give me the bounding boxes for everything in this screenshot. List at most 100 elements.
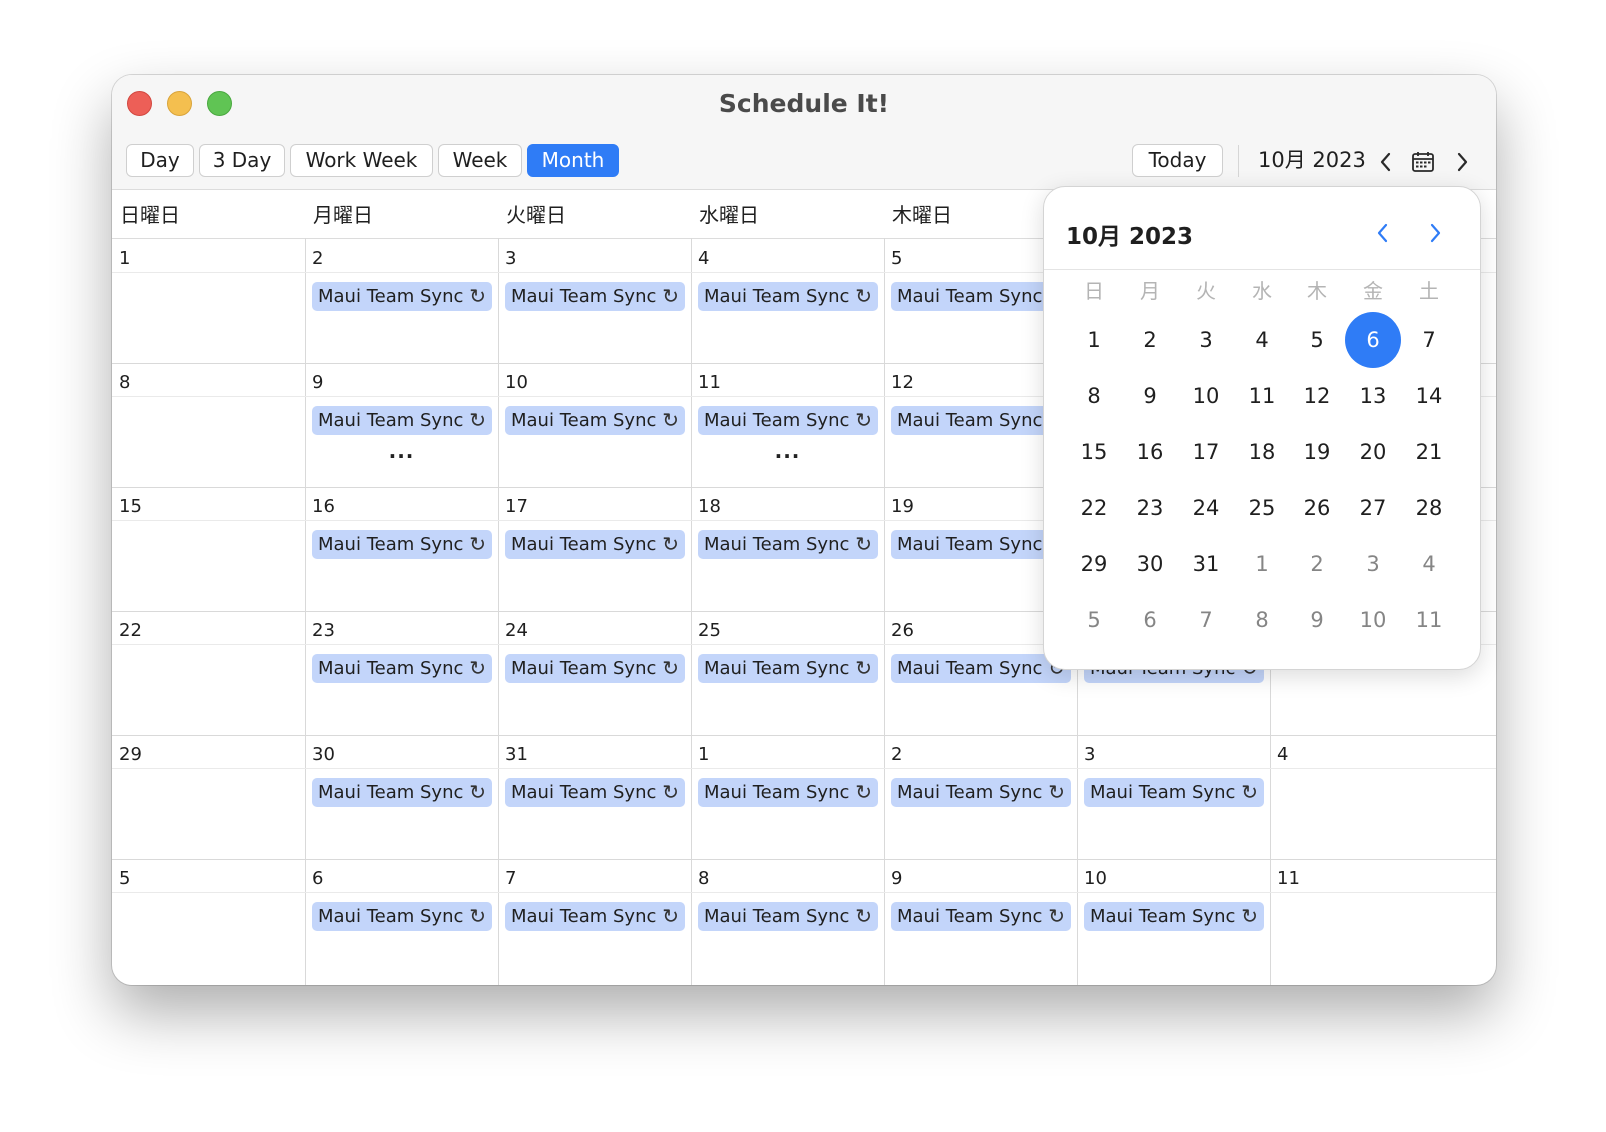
chevron-right-icon[interactable] xyxy=(1450,145,1474,177)
event-chip[interactable]: Maui Team Sync↻ xyxy=(312,282,492,311)
day-cell[interactable]: 8 xyxy=(112,363,305,487)
day-cell[interactable]: 8 Maui Team Sync ↻ xyxy=(691,859,884,985)
picker-day[interactable]: 5 xyxy=(1066,592,1122,648)
picker-day[interactable]: 13 xyxy=(1345,368,1401,424)
view-3day-button[interactable]: 3 Day xyxy=(199,144,285,177)
event-chip[interactable]: Maui Team Sync↻ xyxy=(312,902,492,931)
event-chip[interactable]: Maui Team Sync↻ xyxy=(312,778,492,807)
picker-day-selected[interactable]: 6 xyxy=(1345,312,1401,368)
picker-day[interactable]: 8 xyxy=(1234,592,1290,648)
event-chip[interactable]: Maui Team Sync↻ xyxy=(505,778,685,807)
calendar-icon[interactable] xyxy=(1408,145,1438,177)
view-day-button[interactable]: Day xyxy=(126,144,194,177)
picker-day[interactable]: 9 xyxy=(1289,592,1345,648)
event-chip[interactable]: Maui Team Sync↻ xyxy=(698,778,878,807)
event-chip[interactable]: Maui Team Sync↻ xyxy=(505,406,685,435)
picker-day[interactable]: 10 xyxy=(1345,592,1401,648)
day-cell[interactable]: 22 xyxy=(112,611,305,735)
picker-day[interactable]: 31 xyxy=(1178,536,1234,592)
picker-day[interactable]: 24 xyxy=(1178,480,1234,536)
day-cell[interactable]: 25 Maui Team Sync ↻ xyxy=(691,611,884,735)
picker-day[interactable]: 1 xyxy=(1066,312,1122,368)
picker-day[interactable]: 16 xyxy=(1122,424,1178,480)
day-cell[interactable]: 6 Maui Team Sync↻ xyxy=(305,859,498,985)
day-cell[interactable]: 15 xyxy=(112,487,305,611)
picker-day[interactable]: 2 xyxy=(1289,536,1345,592)
picker-day[interactable]: 12 xyxy=(1289,368,1345,424)
event-chip[interactable]: Maui Team Sync↻ xyxy=(312,654,492,683)
picker-day[interactable]: 6 xyxy=(1122,592,1178,648)
event-chip[interactable]: Maui Team Sync↻ xyxy=(312,530,492,559)
chevron-left-icon[interactable] xyxy=(1374,145,1398,177)
picker-prev-month-icon[interactable] xyxy=(1370,217,1396,247)
picker-day[interactable]: 10 xyxy=(1178,368,1234,424)
event-chip[interactable]: Maui Team Sync↻ xyxy=(698,530,878,559)
picker-day[interactable]: 4 xyxy=(1401,536,1457,592)
day-cell[interactable]: 2 Maui Team Sync ↻ xyxy=(305,239,498,363)
view-work-week-button[interactable]: Work Week xyxy=(290,144,433,177)
picker-day[interactable]: 2 xyxy=(1122,312,1178,368)
picker-day[interactable]: 20 xyxy=(1345,424,1401,480)
picker-day[interactable]: 30 xyxy=(1122,536,1178,592)
event-chip[interactable]: Maui Team Sync↻ xyxy=(312,406,492,435)
day-cell[interactable]: 17 Maui Team Sync ↻ xyxy=(498,487,691,611)
more-events-indicator[interactable]: ... xyxy=(305,439,498,463)
picker-day[interactable]: 7 xyxy=(1401,312,1457,368)
day-cell[interactable]: 1 Maui Team Sync ↻ xyxy=(691,735,884,859)
day-cell[interactable]: 11 xyxy=(1270,859,1496,985)
picker-day[interactable]: 26 xyxy=(1289,480,1345,536)
picker-day[interactable]: 23 xyxy=(1122,480,1178,536)
picker-day[interactable]: 7 xyxy=(1178,592,1234,648)
event-chip[interactable]: Maui Team Sync↻ xyxy=(891,654,1071,683)
day-cell[interactable]: 23 Maui Team Sync ↻ xyxy=(305,611,498,735)
picker-day[interactable]: 5 xyxy=(1289,312,1345,368)
picker-day[interactable]: 9 xyxy=(1122,368,1178,424)
day-cell[interactable]: 2 Maui Team Sync ↻ xyxy=(884,735,1077,859)
day-cell[interactable]: 9 Maui Team Sync ↻ xyxy=(884,859,1077,985)
day-cell[interactable]: 30 Maui Team Sync ↻ xyxy=(305,735,498,859)
day-cell[interactable]: 11 Maui Team Sync ↻... xyxy=(691,363,884,487)
picker-day[interactable]: 8 xyxy=(1066,368,1122,424)
picker-day[interactable]: 22 xyxy=(1066,480,1122,536)
view-month-button[interactable]: Month xyxy=(527,144,619,177)
picker-day[interactable]: 18 xyxy=(1234,424,1290,480)
event-chip[interactable]: Maui Team Sync↻ xyxy=(1084,778,1264,807)
picker-day[interactable]: 11 xyxy=(1401,592,1457,648)
day-cell[interactable]: 9 Maui Team Sync ↻... xyxy=(305,363,498,487)
picker-day[interactable]: 29 xyxy=(1066,536,1122,592)
picker-day[interactable]: 3 xyxy=(1178,312,1234,368)
event-chip[interactable]: Maui Team Sync↻ xyxy=(1084,902,1264,931)
picker-day[interactable]: 11 xyxy=(1234,368,1290,424)
day-cell[interactable]: 16 Maui Team Sync ↻ xyxy=(305,487,498,611)
day-cell[interactable]: 10 Maui Team Sync ↻ xyxy=(498,363,691,487)
picker-day[interactable]: 3 xyxy=(1345,536,1401,592)
more-events-indicator[interactable]: ... xyxy=(691,439,884,463)
day-cell[interactable]: 31 Maui Team Sync ↻ xyxy=(498,735,691,859)
picker-day[interactable]: 19 xyxy=(1289,424,1345,480)
picker-next-month-icon[interactable] xyxy=(1422,217,1448,247)
day-cell[interactable]: 3 Maui Team Sync ↻ xyxy=(1077,735,1270,859)
picker-day[interactable]: 27 xyxy=(1345,480,1401,536)
event-chip[interactable]: Maui Team Sync↻ xyxy=(891,778,1071,807)
event-chip[interactable]: Maui Team Sync↻ xyxy=(698,902,878,931)
today-button[interactable]: Today xyxy=(1132,144,1223,177)
event-chip[interactable]: Maui Team Sync↻ xyxy=(698,282,878,311)
event-chip[interactable]: Maui Team Sync↻ xyxy=(891,902,1071,931)
view-week-button[interactable]: Week xyxy=(438,144,522,177)
event-chip[interactable]: Maui Team Sync↻ xyxy=(505,282,685,311)
picker-day[interactable]: 21 xyxy=(1401,424,1457,480)
event-chip[interactable]: Maui Team Sync↻ xyxy=(698,654,878,683)
day-cell[interactable]: 24 Maui Team Sync ↻ xyxy=(498,611,691,735)
event-chip[interactable]: Maui Team Sync↻ xyxy=(698,406,878,435)
day-cell[interactable]: 10 Maui Team Sync ↻ xyxy=(1077,859,1270,985)
day-cell[interactable]: 29 xyxy=(112,735,305,859)
picker-day[interactable]: 1 xyxy=(1234,536,1290,592)
day-cell[interactable]: 3 Maui Team Sync ↻ xyxy=(498,239,691,363)
day-cell[interactable]: 1 xyxy=(112,239,305,363)
picker-day[interactable]: 4 xyxy=(1234,312,1290,368)
picker-day[interactable]: 14 xyxy=(1401,368,1457,424)
picker-day[interactable]: 25 xyxy=(1234,480,1290,536)
day-cell[interactable]: 18 Maui Team Sync ↻ xyxy=(691,487,884,611)
day-cell[interactable]: 7 Maui Team Sync ↻ xyxy=(498,859,691,985)
picker-day[interactable]: 17 xyxy=(1178,424,1234,480)
